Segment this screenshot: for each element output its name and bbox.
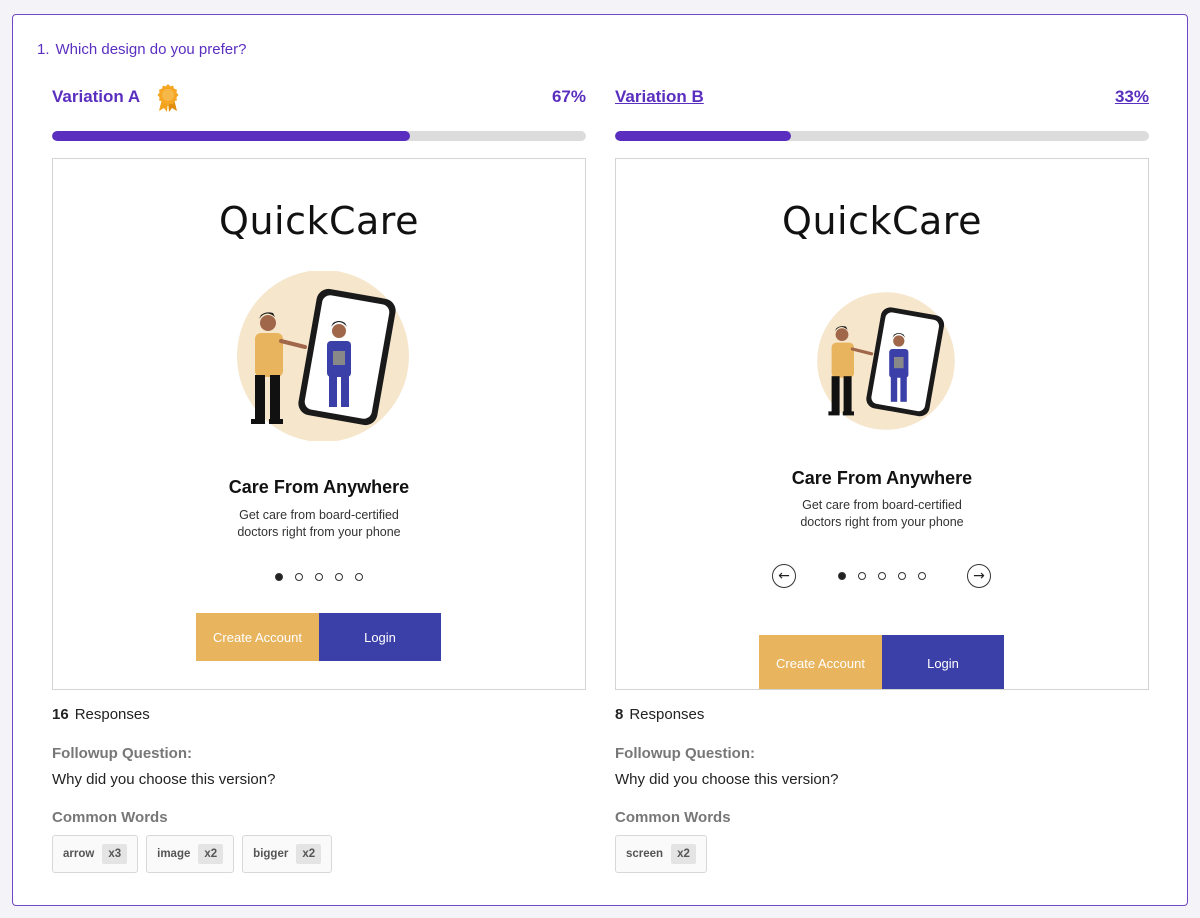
brand-logo-text: QuickCare: [782, 199, 982, 243]
preview-button-row: Create Account Login: [196, 613, 441, 661]
pagination-dot[interactable]: [275, 573, 283, 581]
preview-subtext: Get care from board-certified doctors ri…: [616, 497, 1148, 531]
word-chip-count: x2: [198, 844, 224, 864]
variation-percent-link[interactable]: 33%: [1115, 87, 1149, 107]
vote-progress-bar: [52, 131, 586, 141]
pagination-dots: [53, 573, 585, 581]
word-chip-count: x2: [296, 844, 322, 864]
variation-title: Variation A: [52, 87, 141, 106]
word-chip-text: arrow: [63, 848, 95, 860]
word-chip-text: bigger: [253, 848, 289, 860]
pagination-dot[interactable]: [295, 573, 303, 581]
doctor-phone-illustration: [817, 292, 955, 430]
pagination-dot[interactable]: [858, 572, 866, 580]
doctor-phone-illustration: [237, 271, 409, 441]
followup-label: Followup Question:: [52, 745, 192, 762]
variation-percent: 67%: [551, 87, 586, 106]
pagination-dot[interactable]: [355, 573, 363, 581]
arrow-right-icon[interactable]: →: [967, 564, 991, 588]
pagination-dots: [616, 572, 1148, 580]
word-chip[interactable]: screen x2: [615, 835, 707, 873]
create-account-button[interactable]: Create Account: [196, 613, 319, 661]
responses-summary: 16 Responses: [52, 706, 150, 723]
question-number: 1.: [37, 41, 50, 58]
award-icon: [156, 83, 180, 113]
preview-subtext: Get care from board-certified doctors ri…: [53, 507, 585, 541]
pagination-dot[interactable]: [878, 572, 886, 580]
design-preview[interactable]: QuickCare Care From Anywhere Get care fr…: [615, 158, 1149, 690]
common-words-list: screen x2: [615, 835, 707, 873]
login-button[interactable]: Login: [319, 613, 441, 661]
common-words-label: Common Words: [615, 809, 731, 826]
vote-progress-bar: [615, 131, 1149, 141]
common-words-list: arrow x3 image x2 bigger x2: [52, 835, 333, 873]
vote-progress-fill: [52, 131, 410, 141]
preview-headline: Care From Anywhere: [228, 477, 410, 497]
brand-logo-text: QuickCare: [219, 199, 419, 243]
word-chip[interactable]: bigger x2: [242, 835, 333, 873]
word-chip[interactable]: image x2: [146, 835, 235, 873]
variation-header: Variation B 33%: [615, 83, 1149, 113]
create-account-button[interactable]: Create Account: [759, 635, 882, 689]
variation-b-panel: Variation B 33% QuickCare Care From Anyw…: [615, 15, 1149, 907]
pagination-dot[interactable]: [335, 573, 343, 581]
pagination-dot[interactable]: [315, 573, 323, 581]
vote-progress-fill: [615, 131, 792, 141]
variation-header: Variation A 67%: [52, 83, 586, 113]
survey-result-card: 1. Which design do you prefer? Variation …: [12, 14, 1188, 906]
responses-summary: 8 Responses: [615, 706, 704, 723]
responses-count: 8: [615, 706, 624, 723]
word-chip-text: image: [157, 848, 191, 860]
variation-title-link[interactable]: Variation B: [615, 87, 704, 107]
responses-label: Responses: [74, 706, 150, 723]
preview-subtext-line: doctors right from your phone: [800, 515, 964, 529]
pagination-dot[interactable]: [918, 572, 926, 580]
preview-headline: Care From Anywhere: [791, 468, 973, 488]
preview-subtext-line: Get care from board-certified: [239, 508, 399, 522]
word-chip-count: x3: [102, 844, 128, 864]
word-chip-text: screen: [626, 848, 664, 860]
word-chip[interactable]: arrow x3: [52, 835, 139, 873]
responses-count: 16: [52, 706, 69, 723]
preview-button-row: Create Account Login: [759, 635, 1004, 689]
word-chip-count: x2: [671, 844, 696, 864]
preview-subtext-line: Get care from board-certified: [802, 498, 962, 512]
followup-label: Followup Question:: [615, 745, 755, 762]
responses-label: Responses: [629, 706, 705, 723]
followup-question: Why did you choose this version?: [52, 771, 276, 788]
common-words-label: Common Words: [52, 809, 168, 826]
variation-a-panel: Variation A 67% QuickCare Care From Anyw…: [52, 15, 586, 907]
followup-question: Why did you choose this version?: [615, 771, 839, 788]
pagination-dot[interactable]: [898, 572, 906, 580]
preview-subtext-line: doctors right from your phone: [237, 525, 401, 539]
login-button[interactable]: Login: [882, 635, 1004, 689]
pagination-dot[interactable]: [838, 572, 846, 580]
design-preview[interactable]: QuickCare Care From Anywhere Get care fr…: [52, 158, 586, 690]
